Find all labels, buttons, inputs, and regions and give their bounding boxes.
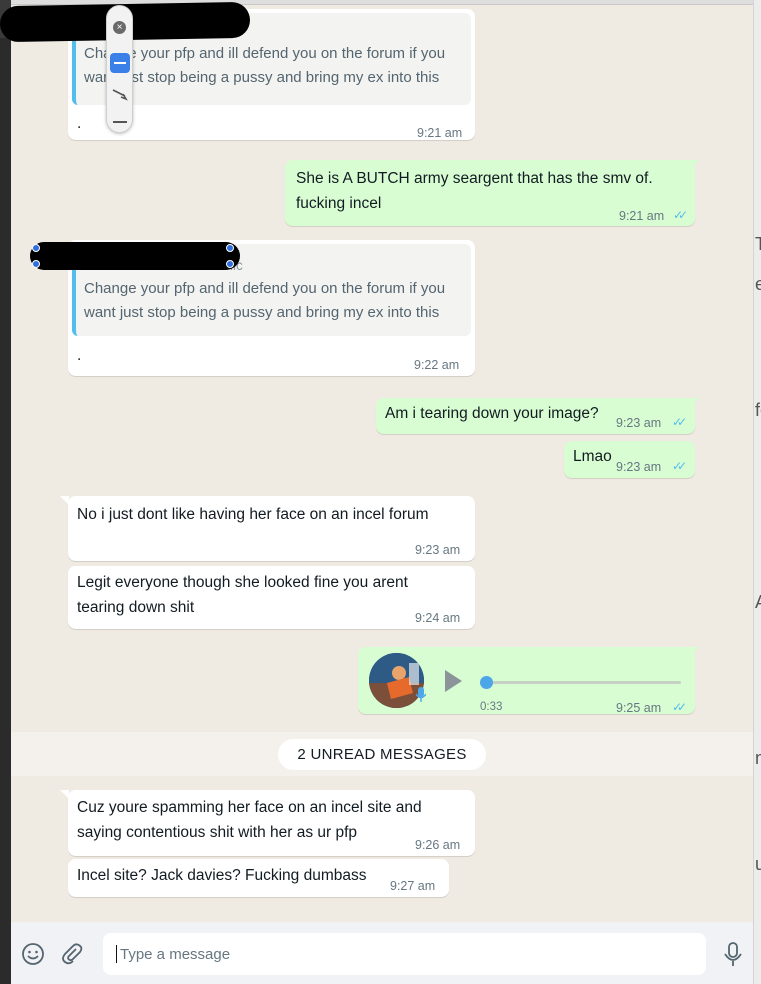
redaction-mark [30, 242, 240, 270]
bubble-tail [690, 160, 699, 169]
bubble-tail [60, 496, 69, 505]
message-time: 9:21 am [417, 126, 463, 140]
message-time: 9:24 am [415, 611, 461, 625]
background-window-left [0, 0, 11, 984]
edge-glyph: el [755, 274, 761, 294]
annotation-toolbar[interactable]: × [106, 5, 133, 133]
line-tool-icon[interactable] [110, 112, 130, 132]
text-caret [116, 945, 117, 963]
voice-duration: 0:33 [480, 701, 503, 713]
paperclip-icon[interactable] [61, 943, 83, 970]
chat-panel[interactable]: lic Change your pfp and ill defend you o… [11, 5, 753, 922]
emoji-icon[interactable] [21, 942, 45, 971]
message-time: 9:22 am [414, 358, 460, 372]
message-text: . [77, 115, 82, 132]
message-text: . [77, 347, 82, 364]
play-icon[interactable] [445, 670, 462, 692]
microphone-icon [415, 687, 427, 706]
message-time: 9:23 am [616, 416, 662, 430]
unread-count-badge: 2 UNREAD MESSAGES [278, 739, 486, 770]
read-receipt-icon: ✓✓ [672, 415, 687, 429]
edge-glyph: fo [755, 400, 761, 420]
unread-divider: 2 UNREAD MESSAGES [11, 732, 753, 776]
selection-handle[interactable] [226, 260, 234, 268]
message-outgoing[interactable]: Lmao 9:23 am ✓✓ [564, 441, 695, 478]
quoted-text: Change your pfp and ill defend you on th… [84, 280, 446, 321]
highlight-tool-icon[interactable] [110, 53, 130, 73]
audio-progress-track[interactable] [486, 681, 681, 684]
microphone-icon[interactable] [724, 942, 742, 973]
audio-progress-knob[interactable] [480, 676, 493, 689]
selection-handle[interactable] [32, 260, 40, 268]
read-receipt-icon: ✓✓ [673, 208, 688, 222]
background-window-right: T el fo A nc u [753, 0, 761, 984]
message-incoming[interactable]: Incel site? Jack davies? Fucking dumbass… [68, 859, 449, 897]
message-incoming[interactable]: No i just dont like having her face on a… [60, 496, 475, 561]
bubble-tail [60, 790, 69, 799]
read-receipt-icon: ✓✓ [672, 459, 687, 473]
message-outgoing[interactable]: She is A BUTCH army seargent that has th… [285, 160, 699, 226]
message-outgoing[interactable]: Am i tearing down your image? 9:23 am ✓✓ [376, 398, 699, 434]
message-time: 9:27 am [390, 879, 436, 893]
message-incoming[interactable]: Legit everyone though she looked fine yo… [68, 566, 475, 629]
message-text: No i just dont like having her face on a… [77, 506, 429, 523]
selection-handle[interactable] [226, 244, 234, 252]
quoted-text: Change your pfp and ill defend you on th… [84, 45, 446, 86]
message-time: 9:23 am [415, 543, 461, 557]
edge-glyph: nc [755, 748, 761, 768]
message-text: Cuz youre spamming her face on an incel … [77, 799, 422, 841]
message-text: Lmao [573, 448, 612, 465]
message-input[interactable] [120, 933, 690, 975]
message-composer [11, 922, 753, 984]
edge-glyph: T [755, 234, 761, 254]
edge-glyph: u [755, 854, 761, 874]
edge-glyph: A [755, 592, 761, 613]
bubble-tail [690, 398, 699, 407]
read-receipt-icon: ✓✓ [672, 700, 687, 714]
bubble-tail [690, 647, 699, 656]
message-time: 9:25 am [616, 701, 662, 715]
message-incoming[interactable]: Cuz youre spamming her face on an incel … [60, 790, 475, 856]
message-input-box[interactable] [103, 933, 706, 975]
message-text: Legit everyone though she looked fine yo… [77, 574, 408, 616]
close-icon[interactable]: × [113, 21, 126, 34]
message-time: 9:23 am [616, 460, 662, 474]
voice-message[interactable]: 0:33 9:25 am ✓✓ [358, 647, 699, 715]
message-text: Am i tearing down your image? [385, 405, 599, 422]
selection-handle[interactable] [32, 244, 40, 252]
pen-tool-icon[interactable] [110, 84, 130, 104]
message-time: 9:26 am [415, 838, 461, 852]
message-text: Incel site? Jack davies? Fucking dumbass [77, 867, 367, 884]
message-time: 9:21 am [619, 209, 665, 223]
